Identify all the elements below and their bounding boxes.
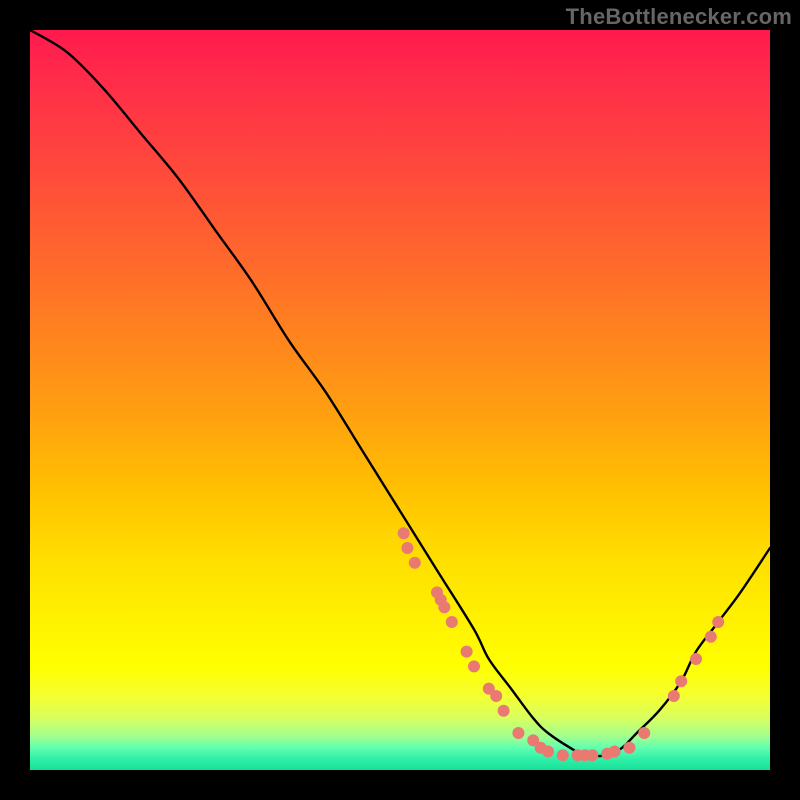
curve-marker — [712, 616, 724, 628]
curve-marker — [461, 646, 473, 658]
curve-marker — [438, 601, 450, 613]
plot-area — [30, 30, 770, 770]
curve-marker — [668, 690, 680, 702]
curve-marker — [512, 727, 524, 739]
curve-marker — [398, 527, 410, 539]
curve-marker — [542, 746, 554, 758]
curve-marker — [705, 631, 717, 643]
curve-marker — [498, 705, 510, 717]
attribution-label: TheBottlenecker.com — [566, 4, 792, 30]
curve-marker — [446, 616, 458, 628]
curve-marker — [409, 557, 421, 569]
curve-marker — [675, 675, 687, 687]
curve-marker — [690, 653, 702, 665]
curve-marker — [623, 742, 635, 754]
curve-marker — [490, 690, 502, 702]
curve-marker — [609, 746, 621, 758]
curve-markers — [398, 527, 725, 761]
curve-marker — [586, 749, 598, 761]
curve-marker — [557, 749, 569, 761]
curve-marker — [638, 727, 650, 739]
curve-layer — [30, 30, 770, 770]
curve-marker — [401, 542, 413, 554]
chart-stage: TheBottlenecker.com — [0, 0, 800, 800]
bottleneck-curve — [30, 30, 770, 756]
curve-marker — [468, 660, 480, 672]
